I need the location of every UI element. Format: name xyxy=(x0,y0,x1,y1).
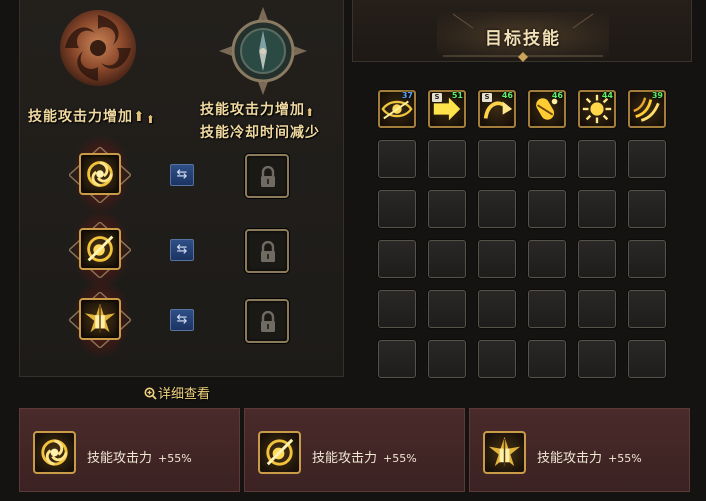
swap-button[interactable]: ⇆ xyxy=(170,309,194,331)
empty-skill-slot[interactable] xyxy=(528,290,566,328)
card-label: 技能攻击力 +55% xyxy=(312,447,417,466)
empty-skill-slot[interactable] xyxy=(578,340,616,378)
bonus-card-1[interactable]: 技能攻击力 +55% xyxy=(19,408,240,492)
spike-burst-skill-slot[interactable] xyxy=(79,298,121,340)
skill-level: 46 xyxy=(501,91,513,100)
arrow-up-small-icon: ⬆ xyxy=(145,113,156,126)
target-skill-panel: 目标技能 37 S 51 S 46 46 44 39 xyxy=(352,0,706,390)
empty-skill-slot[interactable] xyxy=(628,240,666,278)
empty-skill-slot[interactable] xyxy=(428,140,466,178)
card-label: 技能攻击力 +55% xyxy=(537,447,642,466)
skill-level: 51 xyxy=(451,91,463,100)
detail-view-link[interactable]: 详细查看 xyxy=(144,383,210,402)
skill-level: 46 xyxy=(551,91,563,100)
awakening-panel: 技能攻击力增加⬆⬆ 技能攻击力增加⬆ 技能冷却时间减少 ⇆ ⇆ ⇆ xyxy=(19,0,344,377)
skill-level: 44 xyxy=(601,91,613,100)
empty-skill-slot[interactable] xyxy=(428,340,466,378)
empty-skill-slot[interactable] xyxy=(578,140,616,178)
vortex-skill-slot[interactable] xyxy=(79,153,121,195)
empty-skill-slot[interactable] xyxy=(428,240,466,278)
target-skill-slot-2[interactable]: S 51 xyxy=(428,90,466,128)
s-rank-badge: S xyxy=(482,93,492,102)
vortex-skill-icon xyxy=(41,439,68,466)
empty-skill-slot[interactable] xyxy=(578,290,616,328)
empty-skill-slot[interactable] xyxy=(378,190,416,228)
spike-burst-skill-icon xyxy=(488,436,521,467)
caption-b-line2: 技能冷却时间减少 xyxy=(200,125,320,141)
bonus-card-2[interactable]: 技能攻击力 +55% xyxy=(244,408,465,492)
locked-slot[interactable] xyxy=(245,154,289,198)
target-skill-slot-3[interactable]: S 46 xyxy=(478,90,516,128)
caption-attack-cooldown: 技能攻击力增加⬆ 技能冷却时间减少 xyxy=(200,100,320,143)
empty-skill-slot[interactable] xyxy=(628,340,666,378)
card-label-text: 技能攻击力 xyxy=(537,451,603,466)
panel-title: 目标技能 xyxy=(485,29,561,49)
empty-skill-slot[interactable] xyxy=(478,290,516,328)
target-skill-slot-6[interactable]: 39 xyxy=(628,90,666,128)
swap-button[interactable]: ⇆ xyxy=(170,239,194,261)
skill-level: 37 xyxy=(401,91,413,100)
detail-link-label: 详细查看 xyxy=(158,387,211,402)
empty-skill-slot[interactable] xyxy=(478,190,516,228)
target-skill-slot-5[interactable]: 44 xyxy=(578,90,616,128)
arrow-up-icon: ⬆ xyxy=(305,106,316,119)
skill-row-2: ⇆ xyxy=(20,210,345,288)
empty-skill-slot[interactable] xyxy=(578,240,616,278)
card-label: 技能攻击力 +55% xyxy=(87,447,192,466)
swap-button[interactable]: ⇆ xyxy=(170,164,194,186)
caption-attack-bonus: 技能攻击力增加⬆⬆ xyxy=(28,107,156,130)
empty-skill-slot[interactable] xyxy=(378,140,416,178)
s-rank-badge: S xyxy=(432,93,442,102)
empty-skill-slot[interactable] xyxy=(528,340,566,378)
empty-skill-slot[interactable] xyxy=(628,190,666,228)
empty-skill-slot[interactable] xyxy=(528,240,566,278)
empty-skill-slot[interactable] xyxy=(528,190,566,228)
locked-slot[interactable] xyxy=(245,229,289,273)
card-label-text: 技能攻击力 xyxy=(87,451,153,466)
empty-skill-slot[interactable] xyxy=(628,140,666,178)
target-skill-slot-4[interactable]: 46 xyxy=(528,90,566,128)
card-skill-frame xyxy=(258,431,301,474)
lock-icon xyxy=(261,311,275,332)
vortex-skill-icon xyxy=(87,161,113,187)
card-skill-frame xyxy=(33,431,76,474)
empty-skill-slot[interactable] xyxy=(378,340,416,378)
empty-skill-slot[interactable] xyxy=(428,190,466,228)
card-value: +55% xyxy=(158,452,192,465)
target-skill-slot-1[interactable]: 37 xyxy=(378,90,416,128)
card-skill-frame xyxy=(483,431,526,474)
orb-slash-skill-slot[interactable] xyxy=(79,228,121,270)
caption-a-text: 技能攻击力增加 xyxy=(28,109,133,125)
card-value: +55% xyxy=(383,452,417,465)
orb-slash-skill-icon xyxy=(87,235,114,262)
spike-burst-skill-icon xyxy=(84,303,116,333)
empty-skill-slot[interactable] xyxy=(478,240,516,278)
card-label-text: 技能攻击力 xyxy=(312,451,378,466)
skill-row-3: ⇆ xyxy=(20,280,345,358)
orb-slash-skill-icon xyxy=(266,438,294,466)
title-bar: 目标技能 xyxy=(352,0,692,62)
empty-skill-slot[interactable] xyxy=(578,190,616,228)
vortex-emblem-icon xyxy=(60,10,136,86)
magnifier-icon xyxy=(144,387,157,400)
empty-skill-slot[interactable] xyxy=(378,290,416,328)
arrow-up-icon: ⬆ xyxy=(133,109,146,125)
bonus-card-3[interactable]: 技能攻击力 +55% xyxy=(469,408,690,492)
empty-skill-slot[interactable] xyxy=(528,140,566,178)
empty-skill-slot[interactable] xyxy=(478,140,516,178)
skill-level: 39 xyxy=(651,91,663,100)
empty-skill-slot[interactable] xyxy=(378,240,416,278)
skill-row-1: ⇆ xyxy=(20,135,345,213)
card-value: +55% xyxy=(608,452,642,465)
caption-b-line1: 技能攻击力增加 xyxy=(200,102,305,118)
empty-skill-slot[interactable] xyxy=(428,290,466,328)
lock-icon xyxy=(261,241,275,262)
empty-skill-slot[interactable] xyxy=(628,290,666,328)
lock-icon xyxy=(261,166,275,187)
locked-slot[interactable] xyxy=(245,299,289,343)
empty-skill-slot[interactable] xyxy=(478,340,516,378)
compass-emblem-icon xyxy=(219,7,307,95)
